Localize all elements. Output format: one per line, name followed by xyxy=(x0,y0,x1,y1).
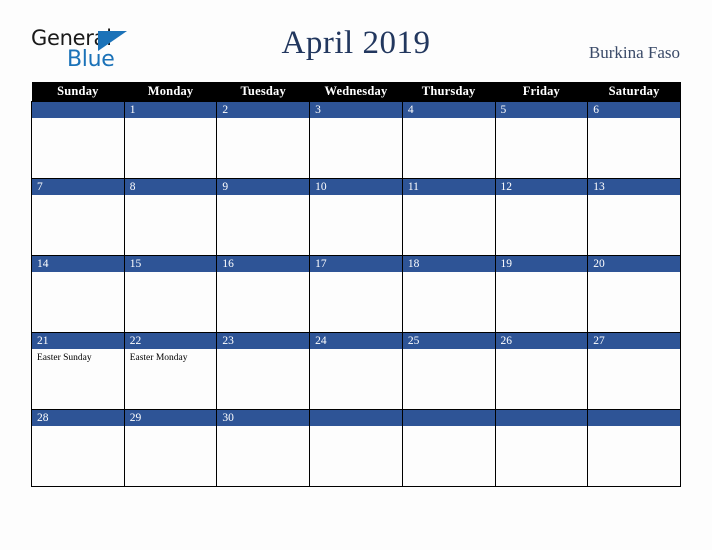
calendar-body: 1 2 3 4 5 6 7 8 9 10 11 12 13 14 15 16 17 18 19 20 21 Easter … xyxy=(31,101,681,487)
calendar-day-cell[interactable]: 10 xyxy=(309,178,403,256)
day-number xyxy=(588,410,680,426)
calendar-day-cell[interactable]: 14 xyxy=(31,255,125,333)
calendar-day-cell[interactable]: 3 xyxy=(309,101,403,179)
calendar-day-cell[interactable]: 4 xyxy=(401,101,496,179)
day-number xyxy=(495,410,588,426)
day-number xyxy=(402,410,495,426)
day-number: 27 xyxy=(588,333,680,349)
calendar-week-row: 28 29 30 xyxy=(31,409,681,487)
day-number: 13 xyxy=(588,179,680,195)
day-number: 15 xyxy=(124,256,217,272)
day-number: 1 xyxy=(124,102,217,118)
calendar-day-cell[interactable]: 19 xyxy=(494,255,589,333)
calendar-day-cell[interactable]: 7 xyxy=(31,178,125,256)
calendar-day-cell[interactable]: 28 xyxy=(31,409,125,487)
day-number: 3 xyxy=(310,102,402,118)
day-number: 19 xyxy=(495,256,588,272)
day-number: 28 xyxy=(32,410,124,426)
calendar-grid: Sunday Monday Tuesday Wednesday Thursday… xyxy=(31,82,681,487)
weekday-header-saturday: Saturday xyxy=(587,82,681,102)
day-number xyxy=(310,410,402,426)
weekday-header-sunday: Sunday xyxy=(31,82,125,102)
day-number: 30 xyxy=(217,410,310,426)
calendar-day-cell[interactable]: 24 xyxy=(309,332,403,410)
day-number: 26 xyxy=(495,333,588,349)
weekday-header-thursday: Thursday xyxy=(402,82,496,102)
day-number: 29 xyxy=(124,410,217,426)
calendar-week-row: 123456 xyxy=(31,101,681,179)
page-header: General Blue April 2019 Burkina Faso xyxy=(0,0,712,82)
day-number: 14 xyxy=(32,256,124,272)
calendar-empty-cell[interactable] xyxy=(309,409,403,487)
weekday-header-row: Sunday Monday Tuesday Wednesday Thursday… xyxy=(31,82,681,102)
day-number: 6 xyxy=(588,102,680,118)
weekday-header-tuesday: Tuesday xyxy=(216,82,310,102)
day-number: 21 xyxy=(32,333,124,349)
calendar-day-cell[interactable]: 23 xyxy=(216,332,311,410)
calendar-day-cell[interactable]: 30 xyxy=(216,409,311,487)
calendar-day-cell[interactable]: 25 xyxy=(401,332,496,410)
day-number: 12 xyxy=(495,179,588,195)
day-number: 16 xyxy=(217,256,310,272)
country-label: Burkina Faso xyxy=(588,43,680,62)
calendar-day-cell[interactable]: 9 xyxy=(216,178,311,256)
day-number: 8 xyxy=(124,179,217,195)
calendar-day-cell[interactable]: 16 xyxy=(216,255,311,333)
calendar-week-row: 7 8 9 10 11 12 13 xyxy=(31,178,681,256)
calendar-day-cell[interactable]: 18 xyxy=(401,255,496,333)
day-number: 9 xyxy=(217,179,310,195)
calendar-day-cell[interactable]: 1 xyxy=(123,101,218,179)
calendar-day-cell[interactable]: 11 xyxy=(401,178,496,256)
day-number xyxy=(32,102,124,118)
day-number: 24 xyxy=(310,333,402,349)
calendar-empty-cell[interactable] xyxy=(401,409,496,487)
calendar-day-cell[interactable]: 21 Easter Sunday xyxy=(31,332,125,410)
day-number: 5 xyxy=(495,102,588,118)
calendar-day-cell[interactable]: 22 Easter Monday xyxy=(123,332,218,410)
calendar-day-cell[interactable]: 15 xyxy=(123,255,218,333)
holiday-label: Easter Sunday xyxy=(37,353,92,363)
day-number: 2 xyxy=(217,102,310,118)
calendar-day-cell[interactable]: 6 xyxy=(587,101,681,179)
calendar-empty-cell[interactable] xyxy=(587,409,681,487)
calendar-week-row: 21 Easter Sunday 22 Easter Monday 23 24 25 26 27 xyxy=(31,332,681,410)
holiday-label: Easter Monday xyxy=(129,353,188,363)
weekday-header-friday: Friday xyxy=(495,82,588,102)
calendar-day-cell[interactable]: 5 xyxy=(494,101,589,179)
calendar-day-cell[interactable]: 27 xyxy=(587,332,681,410)
calendar-week-row: 14 15 16 17 18 19 20 xyxy=(31,255,681,333)
calendar-day-cell[interactable]: 2 xyxy=(216,101,311,179)
day-events: Easter Sunday xyxy=(32,349,124,364)
calendar-empty-cell[interactable] xyxy=(494,409,589,487)
calendar-empty-cell[interactable] xyxy=(31,101,125,179)
weekday-header-wednesday: Wednesday xyxy=(309,82,403,102)
calendar-day-cell[interactable]: 29 xyxy=(123,409,218,487)
day-number: 22 xyxy=(124,333,217,349)
calendar-day-cell[interactable]: 12 xyxy=(494,178,589,256)
calendar-day-cell[interactable]: 20 xyxy=(587,255,681,333)
day-number: 10 xyxy=(310,179,402,195)
day-number: 18 xyxy=(402,256,495,272)
day-number: 20 xyxy=(588,256,680,272)
weekday-header-monday: Monday xyxy=(124,82,217,102)
calendar-day-cell[interactable]: 8 xyxy=(123,178,218,256)
day-number: 7 xyxy=(32,179,124,195)
calendar-day-cell[interactable]: 13 xyxy=(587,178,681,256)
day-number: 23 xyxy=(217,333,310,349)
day-number: 4 xyxy=(402,102,495,118)
calendar-day-cell[interactable]: 26 xyxy=(494,332,589,410)
day-events: Easter Monday xyxy=(125,349,217,364)
day-number: 25 xyxy=(402,333,495,349)
day-number: 11 xyxy=(402,179,495,195)
day-number: 17 xyxy=(310,256,402,272)
calendar-day-cell[interactable]: 17 xyxy=(309,255,403,333)
